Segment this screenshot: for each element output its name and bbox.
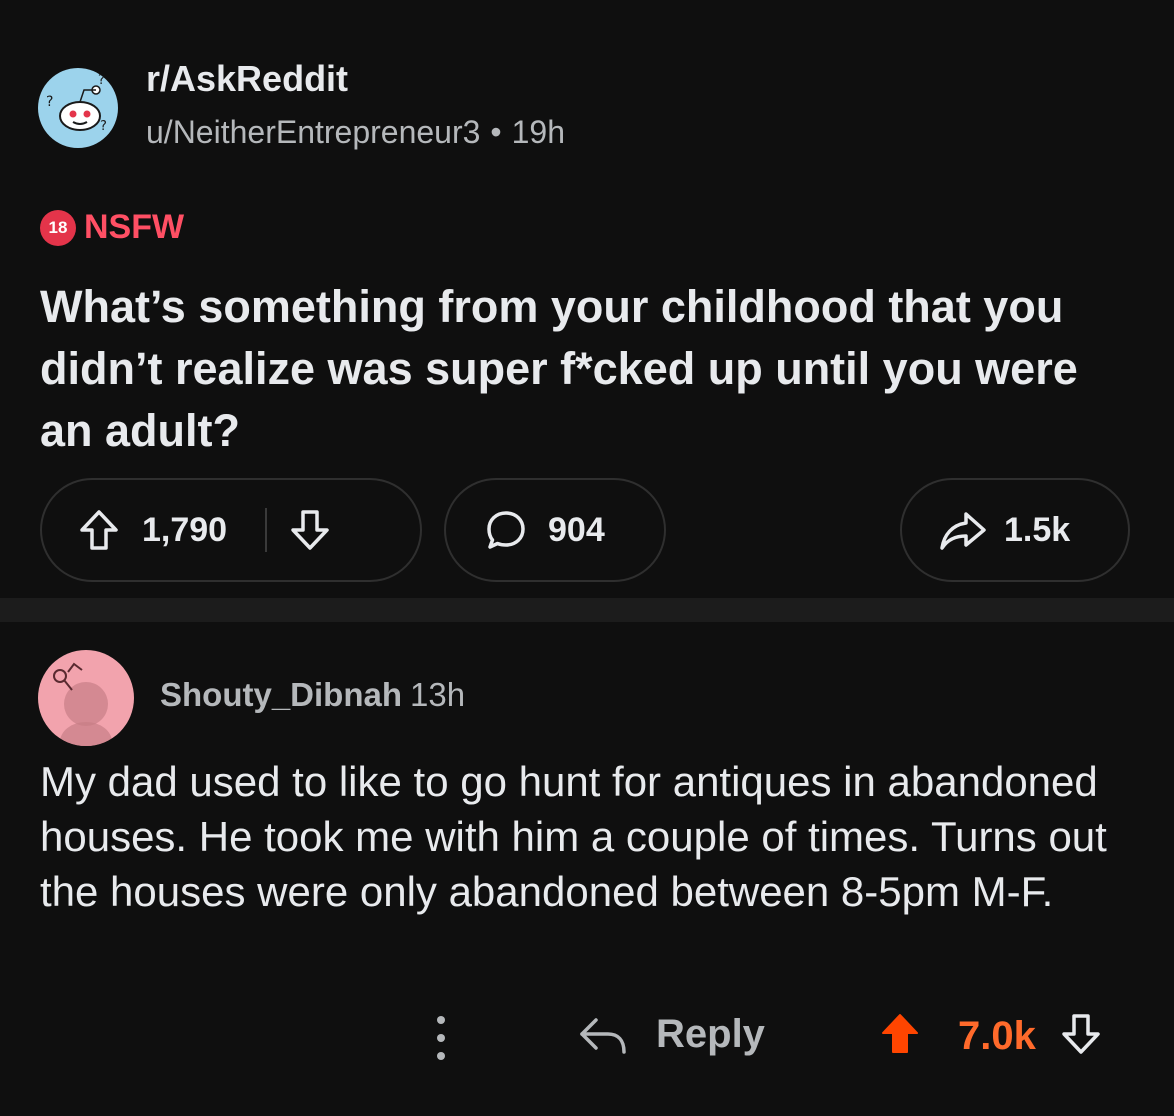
comment-username[interactable]: Shouty_Dibnah xyxy=(160,676,402,713)
comment-vote-count: 7.0k xyxy=(958,1014,1036,1058)
nsfw-18-icon: 18 xyxy=(40,209,76,246)
subreddit-name[interactable]: r/AskReddit xyxy=(146,58,348,100)
subreddit-avatar[interactable]: ? ? ? xyxy=(38,68,118,148)
reply-arrow-icon xyxy=(580,1017,626,1054)
svg-text:?: ? xyxy=(46,94,53,110)
snoo-avatar-icon xyxy=(53,662,112,746)
share-count: 1.5k xyxy=(1004,510,1071,549)
comment-vote-bar: 7.0k xyxy=(880,1012,1102,1061)
share-button[interactable]: 1.5k xyxy=(900,478,1130,582)
svg-text:?: ? xyxy=(100,119,107,134)
commenter-avatar[interactable] xyxy=(38,650,134,746)
reply-button[interactable]: Reply xyxy=(578,1012,765,1057)
downvote-icon[interactable] xyxy=(289,508,331,552)
comment-count: 904 xyxy=(548,510,605,549)
post-author[interactable]: u/NeitherEntrepreneur3 xyxy=(146,114,480,150)
post-age: 19h xyxy=(511,114,566,150)
post-title[interactable]: What’s something from your childhood tha… xyxy=(40,276,1130,462)
comment-bubble-icon xyxy=(484,508,528,552)
upvote-count: 1,790 xyxy=(142,510,228,549)
post-meta: u/NeitherEntrepreneur3 • 19h xyxy=(146,114,565,151)
comment-header: Shouty_Dibnah 13h xyxy=(160,676,465,714)
askreddit-snoo-icon: ? ? ? xyxy=(46,73,107,134)
more-options-icon[interactable] xyxy=(428,1014,454,1062)
post-divider xyxy=(0,598,1174,622)
meta-separator: • xyxy=(490,114,502,150)
reply-label: Reply xyxy=(656,1012,765,1056)
nsfw-tag: 18 NSFW xyxy=(40,208,184,247)
share-arrow-icon xyxy=(938,508,988,552)
comments-button[interactable]: 904 xyxy=(444,478,666,582)
vote-separator xyxy=(265,508,268,552)
nsfw-label: NSFW xyxy=(84,208,185,246)
upvote-icon[interactable] xyxy=(78,508,120,552)
post-vote-bar: 1,790 xyxy=(40,478,422,582)
comment-downvote-icon[interactable] xyxy=(1060,1012,1102,1061)
comment-body: My dad used to like to go hunt for antiq… xyxy=(40,758,1107,915)
filled-upvote-icon[interactable] xyxy=(880,1012,920,1061)
comment-age: 13h xyxy=(410,676,466,713)
